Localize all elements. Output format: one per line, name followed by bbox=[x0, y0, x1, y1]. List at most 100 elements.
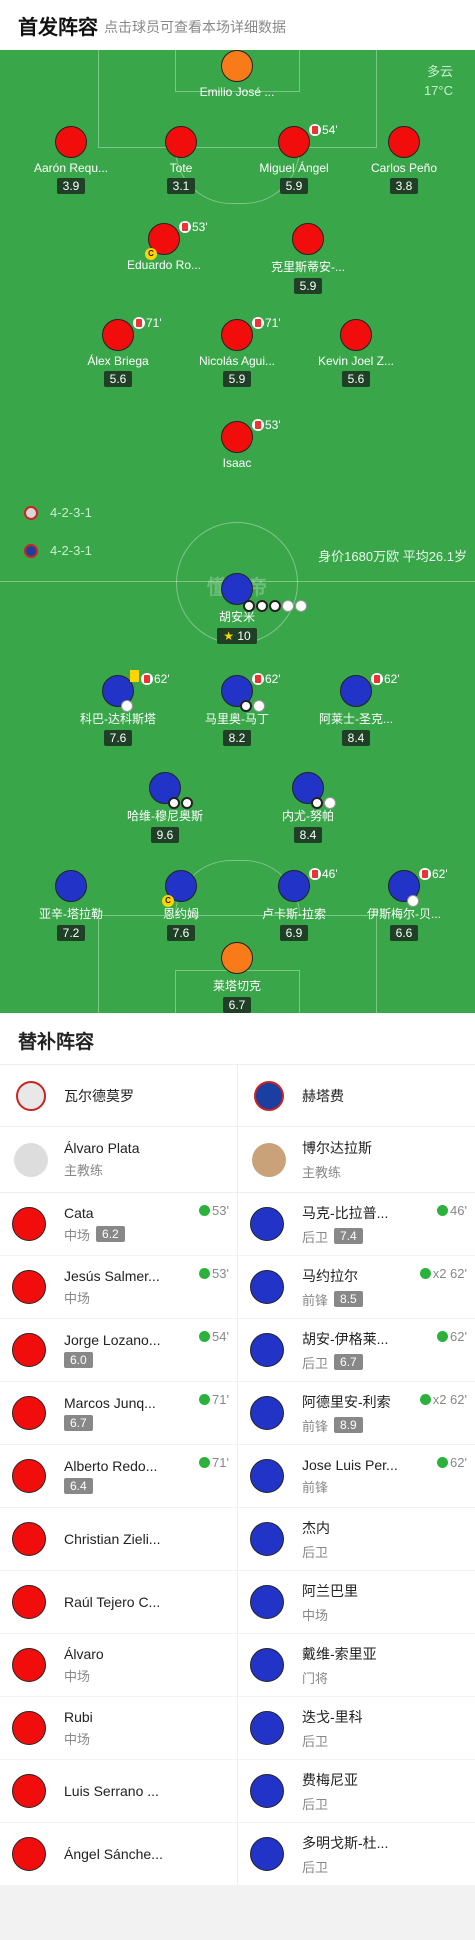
sub-player-meta: 前锋 8.9 bbox=[302, 1416, 391, 1435]
sub-player-position: 后卫 bbox=[302, 1229, 329, 1245]
away-player-m2[interactable]: 内尤-努帕 8.4 bbox=[253, 772, 363, 843]
home-player-gk[interactable]: Emilio José ... bbox=[182, 50, 292, 99]
away-team-row[interactable]: 赫塔费 bbox=[238, 1065, 475, 1127]
sub-in-icon bbox=[199, 1331, 211, 1342]
sub-in-icon bbox=[199, 1457, 211, 1468]
player-rating: 9.6 bbox=[150, 827, 180, 843]
sub-player-row[interactable]: Raúl Tejero C... bbox=[0, 1571, 237, 1634]
player-rating: 6.9 bbox=[279, 925, 309, 941]
home-player-d3[interactable]: 54' Miguel Ángel 5.9 bbox=[239, 123, 349, 194]
sub-player-row[interactable]: Alberto Redo... 6.4 71' bbox=[0, 1445, 237, 1508]
player-name: 克里斯蒂安-... bbox=[271, 260, 345, 274]
player-dot bbox=[12, 1459, 46, 1493]
sub-player-name: 迭戈-里科 bbox=[302, 1708, 363, 1725]
sub-in-icon bbox=[419, 1394, 431, 1405]
away-coach-row[interactable]: 博尔达拉斯 主教练 bbox=[238, 1127, 475, 1193]
home-player-a1[interactable]: 71' Álex Briega 5.6 bbox=[63, 316, 173, 387]
home-player-d2[interactable]: Tote 3.1 bbox=[126, 126, 236, 194]
sub-player-row[interactable]: 马约拉尔 前锋 8.5 x2 62' bbox=[238, 1256, 475, 1319]
player-event: 53' bbox=[252, 418, 281, 432]
player-dot bbox=[12, 1837, 46, 1871]
player-dot bbox=[55, 126, 87, 158]
home-player-m2[interactable]: 克里斯蒂安-... 5.9 bbox=[253, 223, 363, 294]
sub-player-row[interactable]: Ángel Sánche... bbox=[0, 1823, 237, 1886]
sub-player-event: 46' bbox=[437, 1203, 467, 1218]
substitution-icon bbox=[309, 124, 321, 136]
away-player-st[interactable]: 胡安米 ★ 10 bbox=[182, 573, 307, 644]
player-dot bbox=[55, 870, 87, 902]
home-player-d4[interactable]: Carlos Peño 3.8 bbox=[349, 126, 459, 194]
substitution-icon bbox=[133, 317, 145, 329]
sub-player-row[interactable]: 迭戈-里科 后卫 bbox=[238, 1697, 475, 1760]
sub-player-name: 胡安-伊格莱... bbox=[302, 1330, 389, 1347]
player-dot bbox=[12, 1333, 46, 1367]
away-player-a2[interactable]: 62' 马里奥-马丁 8.2 bbox=[182, 672, 292, 746]
weather-info: 多云 17°C bbox=[424, 62, 453, 100]
away-player-d2[interactable]: C 恩约姆 7.6 bbox=[126, 870, 236, 941]
player-name: Miguel Ángel bbox=[259, 161, 329, 175]
sub-player-row[interactable]: 阿兰巴里 中场 bbox=[238, 1571, 475, 1634]
player-dot bbox=[250, 1207, 284, 1241]
player-dot bbox=[250, 1333, 284, 1367]
sub-player-row[interactable]: Marcos Junq... 6.7 71' bbox=[0, 1382, 237, 1445]
coach-name: Álvaro Plata bbox=[64, 1140, 140, 1156]
sub-player-row[interactable]: Jorge Lozano... 6.0 54' bbox=[0, 1319, 237, 1382]
home-player-st[interactable]: 53' Isaac bbox=[182, 418, 292, 470]
player-dot: C bbox=[162, 870, 197, 907]
sub-player-row[interactable]: Luis Serrano ... bbox=[0, 1760, 237, 1823]
sub-player-row[interactable]: 胡安-伊格莱... 后卫 6.7 62' bbox=[238, 1319, 475, 1382]
sub-player-position: 中场 bbox=[302, 1607, 329, 1623]
player-dot: 62' bbox=[388, 867, 448, 907]
sub-player-name: Rubi bbox=[64, 1708, 93, 1725]
away-player-gk[interactable]: 莱塔切克 6.7 bbox=[182, 942, 292, 1013]
sub-player-row[interactable]: 马克-比拉普... 后卫 7.4 46' bbox=[238, 1193, 475, 1256]
player-dot: 62' bbox=[102, 670, 170, 712]
sub-player-rating: 8.9 bbox=[334, 1417, 363, 1433]
player-event: 54' bbox=[309, 123, 338, 137]
home-player-a2[interactable]: 71' Nicolás Agui... 5.9 bbox=[182, 316, 292, 387]
subs-title: 替补阵容 bbox=[0, 1013, 475, 1065]
home-team-row[interactable]: 瓦尔德莫罗 bbox=[0, 1065, 237, 1127]
away-player-a3[interactable]: 62' 阿莱士-圣克... 8.4 bbox=[301, 672, 411, 746]
away-player-m1[interactable]: 哈维-穆尼奥斯 9.6 bbox=[110, 772, 220, 843]
player-dot bbox=[12, 1774, 46, 1808]
home-team-logo-icon bbox=[16, 1080, 46, 1111]
sub-player-name: 马约拉尔 bbox=[302, 1267, 358, 1284]
sub-player-row[interactable]: Álvaro 中场 bbox=[0, 1634, 237, 1697]
sub-player-rating: 7.4 bbox=[334, 1228, 363, 1244]
player-dot bbox=[250, 1837, 284, 1871]
sub-player-row[interactable]: 阿德里安-利索 前锋 8.9 x2 62' bbox=[238, 1382, 475, 1445]
home-coach-row[interactable]: Álvaro Plata 主教练 bbox=[0, 1127, 237, 1193]
player-dot bbox=[221, 50, 253, 82]
goal-icon bbox=[243, 600, 255, 612]
sub-player-row[interactable]: Christian Zieli... bbox=[0, 1508, 237, 1571]
sub-player-position: 中场 bbox=[64, 1227, 91, 1243]
sub-player-row[interactable]: Rubi 中场 bbox=[0, 1697, 237, 1760]
sub-player-row[interactable]: 多明戈斯-杜... 后卫 bbox=[238, 1823, 475, 1886]
player-name: Eduardo Ro... bbox=[126, 258, 202, 272]
home-player-a3[interactable]: Kevin Joel Z... 5.6 bbox=[301, 319, 411, 387]
away-player-d3[interactable]: 46' 卢卡斯-拉索 6.9 bbox=[239, 867, 349, 941]
home-player-d1[interactable]: Aarón Requ... 3.9 bbox=[16, 126, 126, 194]
sub-player-row[interactable]: Jesús Salmer... 中场 53' bbox=[0, 1256, 237, 1319]
sub-player-row[interactable]: 杰内 后卫 bbox=[238, 1508, 475, 1571]
sub-player-event: 62' bbox=[437, 1455, 467, 1470]
player-rating: 3.1 bbox=[166, 178, 196, 194]
sub-player-meta: 后卫 6.7 bbox=[302, 1353, 388, 1372]
sub-player-row[interactable]: Cata 中场 6.2 53' bbox=[0, 1193, 237, 1256]
assist-icon bbox=[407, 895, 419, 907]
player-dot bbox=[221, 942, 253, 974]
sub-player-row[interactable]: 费梅尼亚 后卫 bbox=[238, 1760, 475, 1823]
home-player-m1[interactable]: 53' C Eduardo Ro... bbox=[109, 220, 219, 272]
coach-role: 主教练 bbox=[64, 1163, 104, 1178]
away-player-a1[interactable]: 62' 科巴-达科斯塔 7.6 bbox=[63, 670, 173, 746]
sub-player-name: Jose Luis Per... bbox=[302, 1456, 398, 1473]
sub-player-name: 费梅尼亚 bbox=[302, 1771, 358, 1788]
away-player-d4[interactable]: 62' 伊斯梅尔-贝... 6.6 bbox=[349, 867, 459, 941]
player-rating: 8.2 bbox=[222, 730, 252, 746]
away-player-d1[interactable]: 亚辛-塔拉勒 7.2 bbox=[16, 870, 126, 941]
player-name: Aarón Requ... bbox=[33, 161, 109, 175]
sub-player-row[interactable]: 戴维-索里亚 门将 bbox=[238, 1634, 475, 1697]
sub-player-row[interactable]: Jose Luis Per... 前锋 62' bbox=[238, 1445, 475, 1508]
goal-icon bbox=[311, 797, 323, 809]
